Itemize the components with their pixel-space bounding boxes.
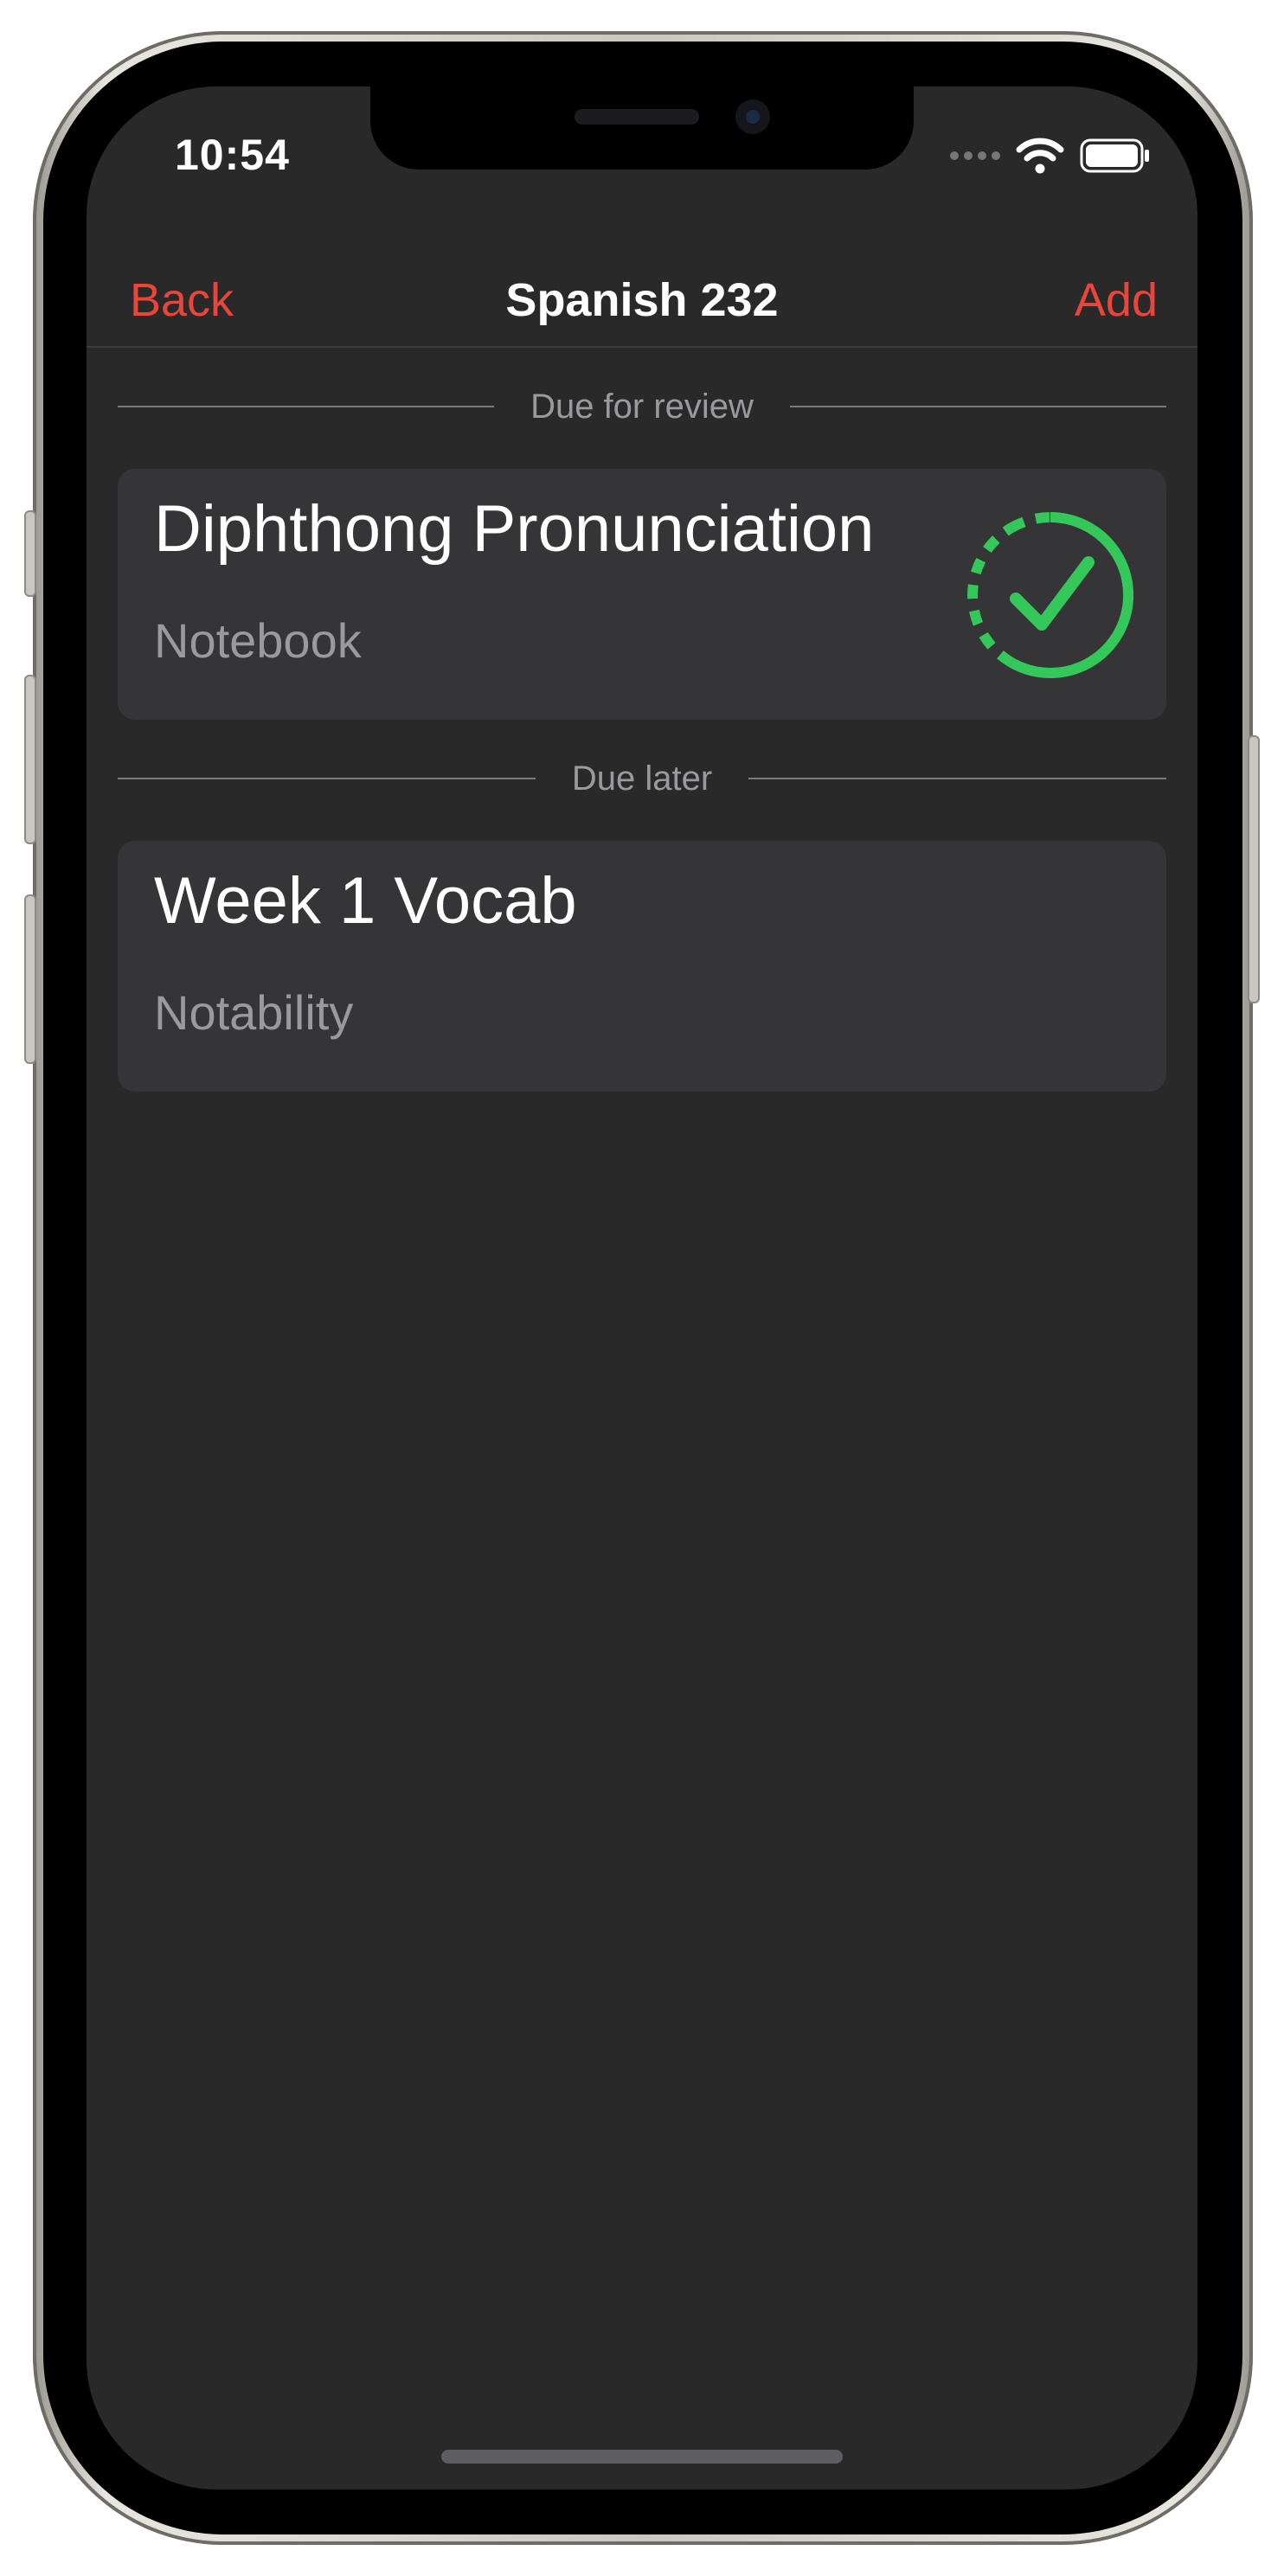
notch [370, 87, 914, 170]
page-title: Spanish 232 [505, 274, 779, 326]
item-app-name: Notability [154, 985, 354, 1040]
volume-up-button [24, 675, 36, 844]
section-label: Due later [571, 759, 713, 798]
front-camera [735, 99, 770, 134]
item-title: Week 1 Vocab [154, 864, 577, 938]
navigation-bar: Back Spanish 232 Add [87, 251, 1197, 348]
item-title: Diphthong Pronunciation [154, 492, 875, 566]
divider [118, 778, 536, 779]
battery-icon [1080, 138, 1149, 173]
screen: 10:54 Back Spanish 232 Add Due for revie… [87, 87, 1197, 2489]
list-item[interactable]: Diphthong Pronunciation Notebook [118, 469, 1166, 720]
section-header-due-for-review: Due for review [118, 382, 1166, 431]
silent-switch [24, 510, 36, 597]
earpiece-speaker [575, 109, 699, 125]
power-button [1248, 735, 1260, 1003]
status-icons [950, 135, 1151, 176]
home-indicator[interactable] [441, 2450, 843, 2464]
section-label: Due for review [530, 387, 754, 426]
section-header-due-later: Due later [118, 754, 1166, 803]
cellular-signal-icon [950, 151, 1000, 160]
status-time: 10:54 [175, 131, 290, 179]
divider [789, 406, 1166, 407]
list-item[interactable]: Week 1 Vocab Notability [118, 841, 1166, 1092]
item-app-name: Notebook [154, 613, 362, 668]
dashed-circle-checkmark-icon [967, 512, 1133, 678]
wifi-icon [1016, 138, 1064, 174]
add-button[interactable]: Add [1075, 273, 1158, 327]
divider [748, 778, 1166, 779]
divider [118, 406, 495, 407]
volume-down-button [24, 894, 36, 1064]
